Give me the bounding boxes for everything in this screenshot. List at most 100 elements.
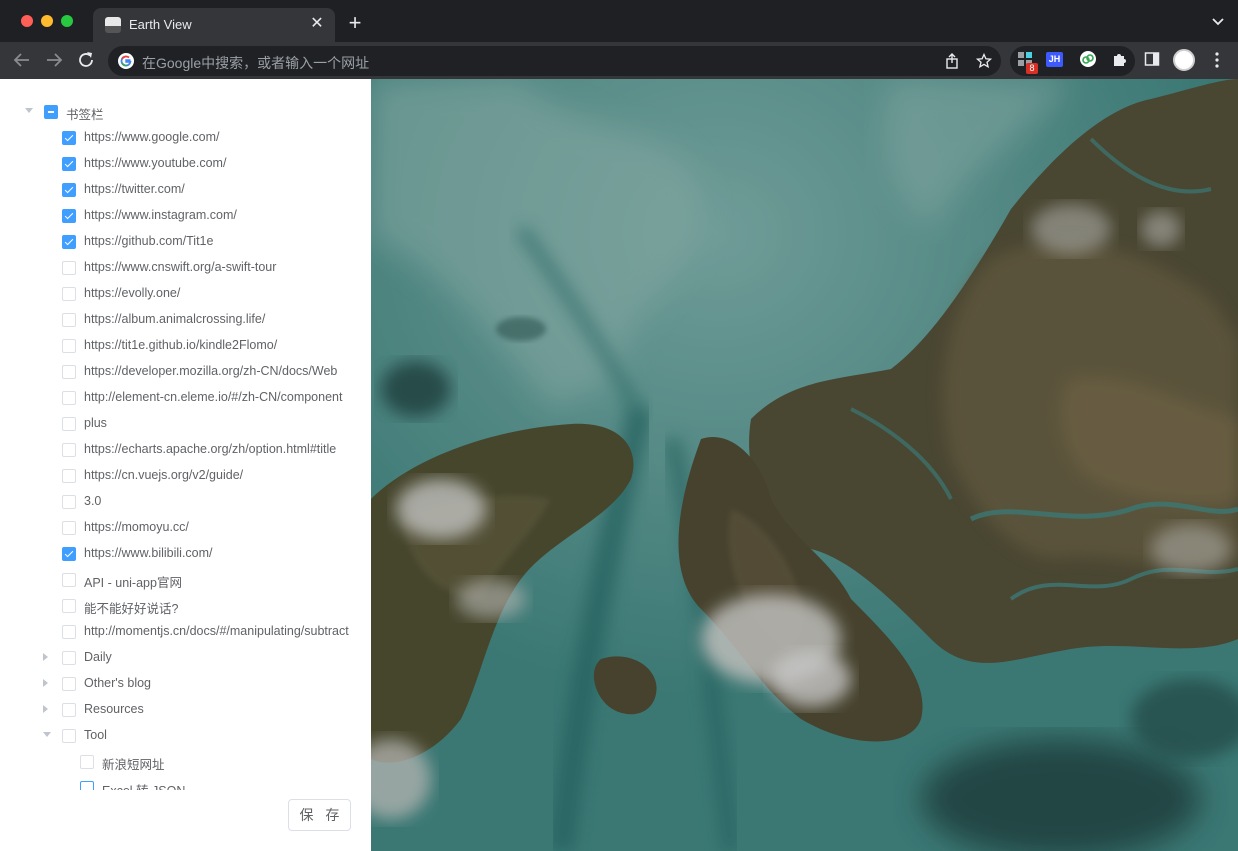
tree-checkbox[interactable] xyxy=(62,365,76,379)
tree-checkbox[interactable] xyxy=(62,261,76,275)
tree-root-bookmarks-bar[interactable]: 书签栏 xyxy=(0,99,352,125)
caret-down-icon[interactable] xyxy=(43,732,51,737)
tree-bookmark-item[interactable]: https://momoyu.cc/ xyxy=(0,515,352,541)
tree-bookmark-item[interactable]: http://momentjs.cn/docs/#/manipulating/s… xyxy=(0,619,352,645)
tree-bookmark-item[interactable]: 能不能好好说话? xyxy=(0,593,352,619)
bookmark-star-icon[interactable] xyxy=(976,53,992,69)
tree-node-label: Resources xyxy=(84,702,144,716)
tree-checkbox[interactable] xyxy=(62,495,76,509)
sync-extension-icon[interactable] xyxy=(1080,51,1096,67)
tree-checkbox[interactable] xyxy=(62,339,76,353)
tab-title: Earth View xyxy=(129,17,192,32)
tree-checkbox[interactable] xyxy=(62,287,76,301)
tree-checkbox[interactable] xyxy=(80,755,94,769)
tree-folder-item[interactable]: Resources xyxy=(0,697,352,723)
tab-close-icon[interactable]: ✕ xyxy=(307,14,327,34)
tree-folder-item[interactable]: Daily xyxy=(0,645,352,671)
tree-node-label: 能不能好好说话? xyxy=(84,602,179,616)
jh-extension-icon[interactable]: JH xyxy=(1046,52,1063,67)
tree-checkbox[interactable] xyxy=(62,469,76,483)
tree-checkbox[interactable] xyxy=(62,521,76,535)
tree-bookmark-item[interactable]: https://twitter.com/ xyxy=(0,177,352,203)
tree-node-label: https://developer.mozilla.org/zh-CN/docs… xyxy=(84,364,338,378)
tree-bookmark-item[interactable]: https://www.bilibili.com/ xyxy=(0,541,352,567)
tree-bookmark-item[interactable]: https://developer.mozilla.org/zh-CN/docs… xyxy=(0,359,352,385)
puzzle-extensions-icon[interactable] xyxy=(1112,51,1128,67)
tree-bookmark-item[interactable]: https://www.google.com/ xyxy=(0,125,352,151)
tab-earth-view[interactable]: Earth View ✕ xyxy=(93,8,335,42)
back-arrow-icon[interactable] xyxy=(11,49,33,71)
tree-checkbox[interactable] xyxy=(62,313,76,327)
caret-right-icon[interactable] xyxy=(43,705,48,713)
tree-node-label: https://www.instagram.com/ xyxy=(84,208,237,222)
tree-bookmark-item[interactable]: https://www.youtube.com/ xyxy=(0,151,352,177)
side-panel-icon[interactable] xyxy=(1144,51,1160,67)
tree-bookmark-item[interactable]: http://element-cn.eleme.io/#/zh-CN/compo… xyxy=(0,385,352,411)
tree-checkbox[interactable] xyxy=(62,209,76,223)
tree-node-label: 3.0 xyxy=(84,494,102,508)
tree-node-label: https://www.google.com/ xyxy=(84,130,220,144)
tree-tool-item[interactable]: 新浪短网址 xyxy=(0,749,352,775)
tree-checkbox[interactable] xyxy=(62,183,76,197)
tree-bookmark-item[interactable]: https://echarts.apache.org/zh/option.htm… xyxy=(0,437,352,463)
caret-right-icon[interactable] xyxy=(43,653,48,661)
bookmark-panel: 书签栏 https://www.google.com/https://www.yo… xyxy=(0,79,371,851)
tree-checkbox[interactable] xyxy=(62,235,76,249)
tree-checkbox[interactable] xyxy=(62,703,76,717)
tree-bookmark-item[interactable]: https://github.com/Tit1e xyxy=(0,229,352,255)
forward-arrow-icon[interactable] xyxy=(43,49,65,71)
tree-node-label: http://momentjs.cn/docs/#/manipulating/s… xyxy=(84,624,349,638)
tree-bookmark-item[interactable]: 3.0 xyxy=(0,489,352,515)
tree-node-label: https://cn.vuejs.org/v2/guide/ xyxy=(84,468,244,482)
reload-icon[interactable] xyxy=(75,49,97,71)
tree-checkbox[interactable] xyxy=(62,547,76,561)
tree-bookmark-item[interactable]: https://cn.vuejs.org/v2/guide/ xyxy=(0,463,352,489)
satellite-image-svg xyxy=(371,79,1238,851)
tree-node-label: https://www.youtube.com/ xyxy=(84,156,227,170)
tree-checkbox[interactable] xyxy=(62,573,76,587)
tree-bookmark-item[interactable]: https://evolly.one/ xyxy=(0,281,352,307)
tree-checkbox[interactable] xyxy=(62,157,76,171)
tree-checkbox[interactable] xyxy=(62,677,76,691)
earth-view-image xyxy=(371,79,1238,851)
caret-right-icon[interactable] xyxy=(43,679,48,687)
tree-node-label: https://www.bilibili.com/ xyxy=(84,546,213,560)
tree-checkbox[interactable] xyxy=(62,391,76,405)
tree-folder-item[interactable]: Tool xyxy=(0,723,352,749)
tree-node-label: https://momoyu.cc/ xyxy=(84,520,189,534)
tree-checkbox[interactable] xyxy=(62,651,76,665)
minimize-window-button[interactable] xyxy=(41,15,53,27)
tree-bookmark-item[interactable]: API - uni-app官网 xyxy=(0,567,352,593)
tree-checkbox[interactable] xyxy=(62,599,76,613)
tree-checkbox[interactable] xyxy=(80,781,94,790)
caret-down-icon[interactable] xyxy=(25,108,33,113)
tree-node-label: http://element-cn.eleme.io/#/zh-CN/compo… xyxy=(84,390,343,404)
profile-avatar[interactable] xyxy=(1173,49,1195,71)
more-menu-icon[interactable] xyxy=(1210,51,1224,69)
tree-bookmark-item[interactable]: https://tit1e.github.io/kindle2Flomo/ xyxy=(0,333,352,359)
tree-checkbox[interactable] xyxy=(62,131,76,145)
tree-checkbox[interactable] xyxy=(44,105,58,119)
browser-window: Earth View ✕ + 在Google中搜索，或者输入一个网址 8 JH … xyxy=(0,0,1238,851)
tab-search-chevron-down-icon[interactable] xyxy=(1210,13,1226,29)
tree-checkbox[interactable] xyxy=(62,729,76,743)
share-icon[interactable] xyxy=(944,53,960,69)
tree-tool-item[interactable]: Excel 转 JSON xyxy=(0,775,352,790)
new-tab-button[interactable]: + xyxy=(344,12,366,34)
tree-node-label: https://echarts.apache.org/zh/option.htm… xyxy=(84,442,337,456)
address-bar[interactable]: 在Google中搜索，或者输入一个网址 xyxy=(108,46,1001,76)
tree-checkbox[interactable] xyxy=(62,625,76,639)
maximize-window-button[interactable] xyxy=(61,15,73,27)
tree-checkbox[interactable] xyxy=(62,417,76,431)
page-content: 书签栏 https://www.google.com/https://www.yo… xyxy=(0,79,1238,851)
close-window-button[interactable] xyxy=(21,15,33,27)
tree-bookmark-item[interactable]: https://www.instagram.com/ xyxy=(0,203,352,229)
earth-view-favicon-icon xyxy=(105,17,121,33)
tree-bookmark-item[interactable]: https://www.cnswift.org/a-swift-tour xyxy=(0,255,352,281)
tree-checkbox[interactable] xyxy=(62,443,76,457)
save-button[interactable]: 保 存 xyxy=(288,799,351,831)
tree-bookmark-item[interactable]: https://album.animalcrossing.life/ xyxy=(0,307,352,333)
tree-folder-item[interactable]: Other's blog xyxy=(0,671,352,697)
tree-node-label: plus xyxy=(84,416,107,430)
tree-bookmark-item[interactable]: plus xyxy=(0,411,352,437)
